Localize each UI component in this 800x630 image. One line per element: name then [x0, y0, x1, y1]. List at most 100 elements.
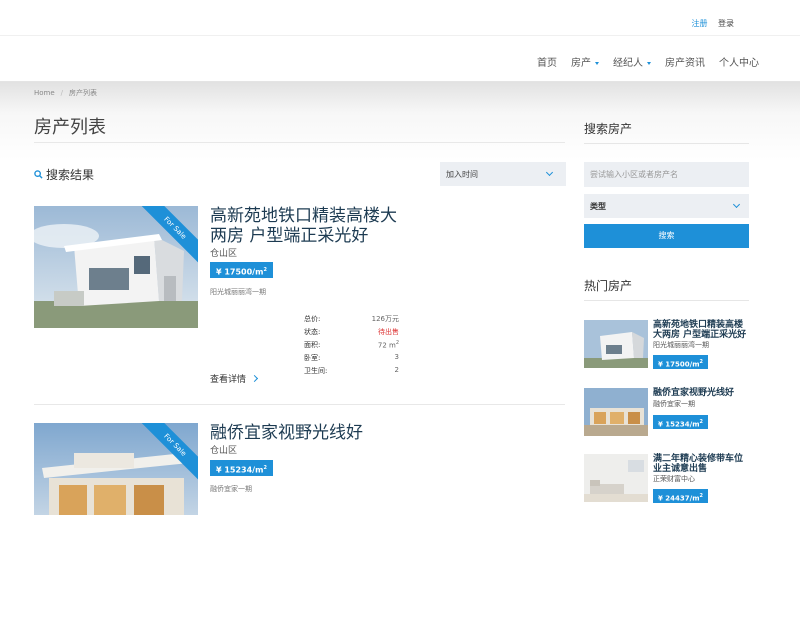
type-select-value: 类型: [590, 202, 606, 211]
price-unit-sup: 2: [699, 419, 703, 425]
sort-select-value: 加入时间: [446, 170, 478, 179]
property-community: 融侨宜家一期: [210, 485, 252, 493]
hot-property-item[interactable]: 融侨宜家视野光线好 融侨宜家一期 ¥ 15234/m2: [584, 388, 749, 436]
top-bar: 注册 登录: [0, 0, 800, 36]
price-unit-sup: 2: [699, 493, 703, 499]
price-badge: ¥ 15234/m2: [653, 415, 708, 429]
breadcrumb: Home / 房产列表: [34, 88, 97, 98]
login-link[interactable]: 登录: [718, 19, 734, 28]
spec-value: 3: [394, 353, 399, 361]
hot-property-community: 阳光城丽丽湾一期: [653, 341, 709, 349]
price-badge: ¥ 24437/m2: [653, 489, 708, 503]
nav-item-property[interactable]: 房产: [571, 54, 599, 69]
breadcrumb-home[interactable]: Home: [34, 89, 55, 97]
spec-value: 126万元: [371, 315, 399, 323]
search-button[interactable]: 搜索: [584, 224, 749, 248]
type-select[interactable]: 类型: [584, 194, 749, 218]
account-links: 注册 登录: [683, 18, 734, 29]
nav-item-news[interactable]: 房产资讯: [665, 54, 705, 69]
divider: [34, 404, 565, 405]
nav-label: 个人中心: [719, 58, 759, 69]
chevron-right-icon: [250, 374, 259, 383]
divider: [584, 143, 749, 144]
breadcrumb-separator: /: [60, 89, 64, 97]
chevron-down-icon: [545, 168, 554, 177]
hot-property-title: 满二年精心装修带车位业主诚意出售: [653, 454, 744, 474]
view-details-label: 查看详情: [210, 375, 247, 385]
price-value: ¥ 24437/m: [658, 494, 700, 503]
price-value: ¥ 17500/m: [658, 360, 700, 369]
price-value: ¥ 15234/m: [658, 420, 700, 429]
property-district: 仓山区: [210, 249, 238, 259]
property-title[interactable]: 高新苑地铁口精装高楼大两房 户型端正采光好: [210, 206, 410, 246]
hot-section-title: 热门房产: [584, 279, 633, 293]
hot-property-community: 正荣财富中心: [653, 475, 695, 483]
nav-label: 房产: [571, 58, 591, 69]
status-value: 待出售: [378, 328, 399, 336]
spec-row-total: 总价: 126万元: [304, 314, 399, 327]
caret-down-icon: [647, 61, 651, 65]
nav-label: 房产资讯: [665, 58, 705, 69]
spec-label: 卧室:: [304, 354, 321, 362]
divider: [584, 300, 749, 301]
viewport-cutoff: [0, 515, 800, 630]
spec-row-bathrooms: 卫生间: 2: [304, 366, 399, 379]
spec-value: 2: [394, 366, 399, 374]
chevron-down-icon: [732, 200, 741, 209]
price-unit-sup: 2: [263, 267, 267, 273]
hot-property-title: 高新苑地铁口精装高楼大两房 户型端正采光好: [653, 320, 747, 340]
page-header-band: [0, 82, 800, 160]
nav-menu: 首页 房产 经纪人 房产资讯 个人中心: [523, 54, 759, 69]
nav-item-profile[interactable]: 个人中心: [719, 54, 759, 69]
hot-property-title: 融侨宜家视野光线好: [653, 388, 735, 398]
nav-item-agents[interactable]: 经纪人: [613, 54, 651, 69]
price-value: ¥ 15234/m: [216, 465, 264, 475]
main-navbar: 首页 房产 经纪人 房产资讯 个人中心: [0, 36, 800, 82]
price-unit-sup: 2: [699, 359, 703, 365]
spec-row-bedrooms: 卧室: 3: [304, 353, 399, 366]
price-unit-sup: 2: [263, 465, 267, 471]
register-link[interactable]: 注册: [691, 19, 707, 28]
hot-property-thumb: [584, 454, 648, 502]
property-search-input[interactable]: [584, 162, 749, 187]
nav-item-home[interactable]: 首页: [537, 54, 557, 69]
hot-property-community: 融侨宜家一期: [653, 400, 695, 408]
area-value: 72 m: [377, 341, 396, 350]
nav-label: 首页: [537, 58, 557, 69]
sort-select[interactable]: 加入时间: [440, 162, 566, 186]
hot-property-thumb: [584, 388, 648, 436]
price-badge: ¥ 17500/m2: [210, 262, 273, 278]
property-title[interactable]: 融侨宜家视野光线好: [210, 423, 410, 443]
caret-down-icon: [595, 61, 599, 65]
property-photo[interactable]: For Sale: [34, 206, 198, 328]
spec-value: 72 m2: [378, 340, 399, 353]
results-heading: 搜索结果: [34, 166, 94, 183]
property-specs: 总价: 126万元 状态: 待出售 面积: 72 m2 卧室: 3 卫生间: 2: [304, 314, 399, 379]
nav-label: 经纪人: [613, 58, 643, 69]
spec-row-area: 面积: 72 m2: [304, 340, 399, 353]
breadcrumb-current: 房产列表: [69, 89, 98, 97]
divider: [34, 142, 565, 143]
price-value: ¥ 17500/m: [216, 267, 264, 277]
property-community: 阳光城丽丽湾一期: [210, 288, 266, 296]
spec-label: 状态:: [304, 328, 321, 336]
property-district: 仓山区: [210, 446, 238, 456]
hot-property-item[interactable]: 满二年精心装修带车位业主诚意出售 正荣财富中心 ¥ 24437/m2: [584, 454, 749, 503]
spec-label: 总价:: [304, 315, 321, 323]
spec-label: 面积:: [304, 341, 321, 349]
hot-property-item[interactable]: 高新苑地铁口精装高楼大两房 户型端正采光好 阳光城丽丽湾一期 ¥ 17500/m…: [584, 320, 749, 369]
view-details-link[interactable]: 查看详情: [210, 372, 259, 385]
results-heading-label: 搜索结果: [46, 168, 95, 182]
house-image: [584, 388, 648, 436]
spec-row-status: 状态: 待出售: [304, 327, 399, 340]
interior-image: [584, 454, 648, 502]
house-image: [584, 320, 648, 368]
page-title: 房产列表: [34, 117, 106, 138]
search-icon: [34, 170, 43, 179]
price-badge: ¥ 17500/m2: [653, 355, 708, 369]
area-unit-sup: 2: [395, 340, 399, 346]
spec-label: 卫生间:: [304, 367, 328, 375]
hot-property-thumb: [584, 320, 648, 368]
price-badge: ¥ 15234/m2: [210, 460, 273, 476]
search-section-title: 搜索房产: [584, 122, 633, 136]
